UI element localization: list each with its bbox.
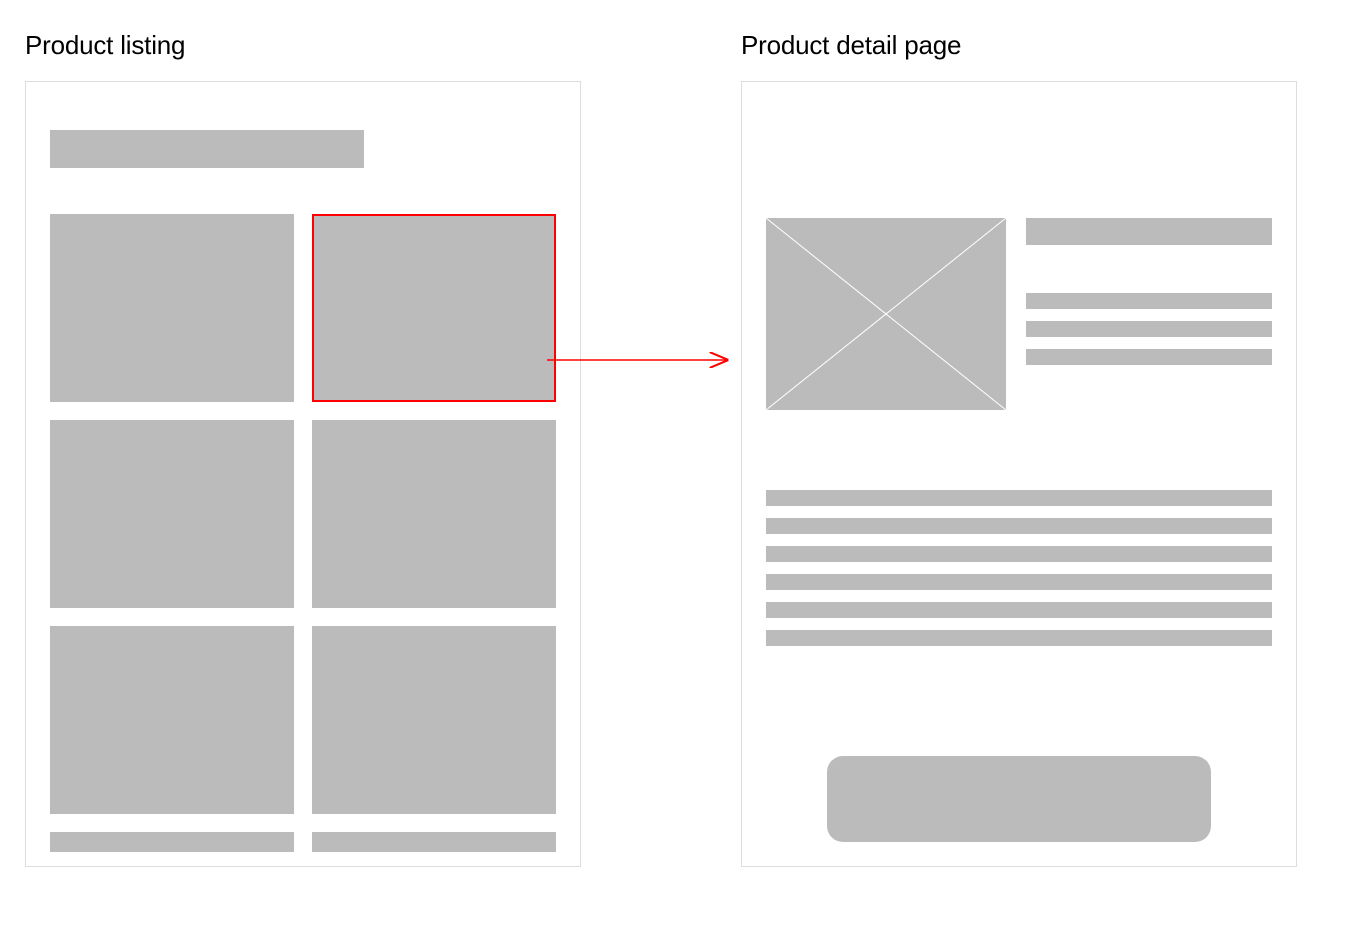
description-line	[766, 546, 1272, 562]
product-meta-line	[1026, 349, 1272, 365]
product-info-block	[1026, 218, 1272, 410]
product-card[interactable]	[50, 214, 294, 402]
detail-column: Product detail page	[741, 30, 1297, 867]
description-line	[766, 490, 1272, 506]
listing-wireframe	[25, 81, 581, 867]
description-line	[766, 574, 1272, 590]
listing-title: Product listing	[25, 30, 581, 61]
detail-title: Product detail page	[741, 30, 1297, 61]
description-line	[766, 602, 1272, 618]
detail-wireframe	[741, 81, 1297, 867]
product-card-selected[interactable]	[312, 214, 556, 402]
description-block	[766, 490, 1272, 646]
diagram-container: Product listing Product detail page	[0, 0, 1350, 897]
description-line	[766, 518, 1272, 534]
listing-column: Product listing	[25, 30, 581, 867]
detail-header-row	[766, 218, 1272, 410]
cta-button-placeholder[interactable]	[827, 756, 1211, 842]
product-card[interactable]	[50, 420, 294, 608]
product-card[interactable]	[312, 626, 556, 814]
product-meta-line	[1026, 293, 1272, 309]
listing-header-placeholder	[50, 130, 364, 168]
image-x-icon	[766, 218, 1006, 410]
description-line	[766, 630, 1272, 646]
product-card[interactable]	[50, 626, 294, 814]
product-card[interactable]	[50, 832, 294, 852]
product-card[interactable]	[312, 420, 556, 608]
product-grid	[50, 214, 556, 852]
product-image-placeholder	[766, 218, 1006, 410]
product-meta-line	[1026, 321, 1272, 337]
product-card[interactable]	[312, 832, 556, 852]
product-title-placeholder	[1026, 218, 1272, 245]
